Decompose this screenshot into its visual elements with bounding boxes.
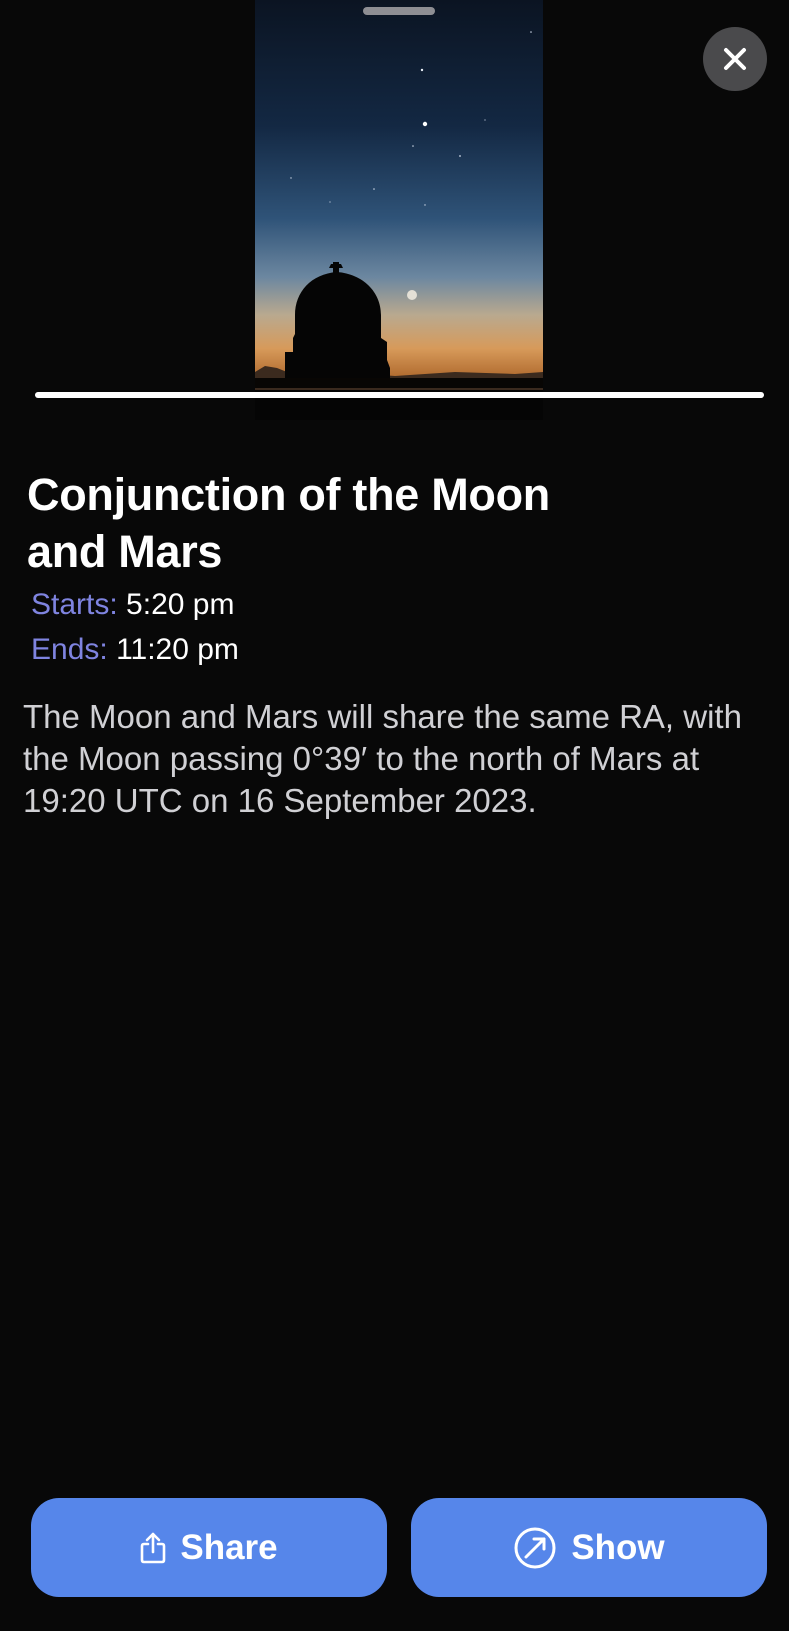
share-button[interactable]: Share	[31, 1498, 387, 1597]
share-icon	[140, 1532, 166, 1564]
show-label: Show	[571, 1527, 665, 1567]
event-photo	[255, 0, 543, 420]
starts-row: Starts: 5:20 pm	[31, 587, 234, 623]
close-button[interactable]	[703, 27, 767, 91]
share-label: Share	[180, 1527, 278, 1567]
sheet-grabber[interactable]	[363, 7, 435, 15]
close-icon	[724, 48, 746, 70]
ends-value: 11:20 pm	[116, 633, 239, 666]
event-detail-sheet: Conjunction of the Moon and Mars Starts:…	[0, 0, 789, 1631]
show-button[interactable]: Show	[411, 1498, 767, 1597]
compass-arrow-icon	[513, 1526, 557, 1570]
observatory-twilight-photo	[255, 0, 543, 420]
event-title: Conjunction of the Moon and Mars	[27, 469, 550, 577]
ends-label: Ends:	[31, 633, 108, 666]
media-progress-bar[interactable]	[35, 392, 764, 398]
media-progress-fill	[35, 392, 764, 398]
starts-label: Starts:	[31, 588, 118, 621]
starts-value: 5:20 pm	[126, 588, 235, 621]
ends-row: Ends: 11:20 pm	[31, 632, 239, 668]
event-description: The Moon and Mars will share the same RA…	[23, 698, 742, 819]
